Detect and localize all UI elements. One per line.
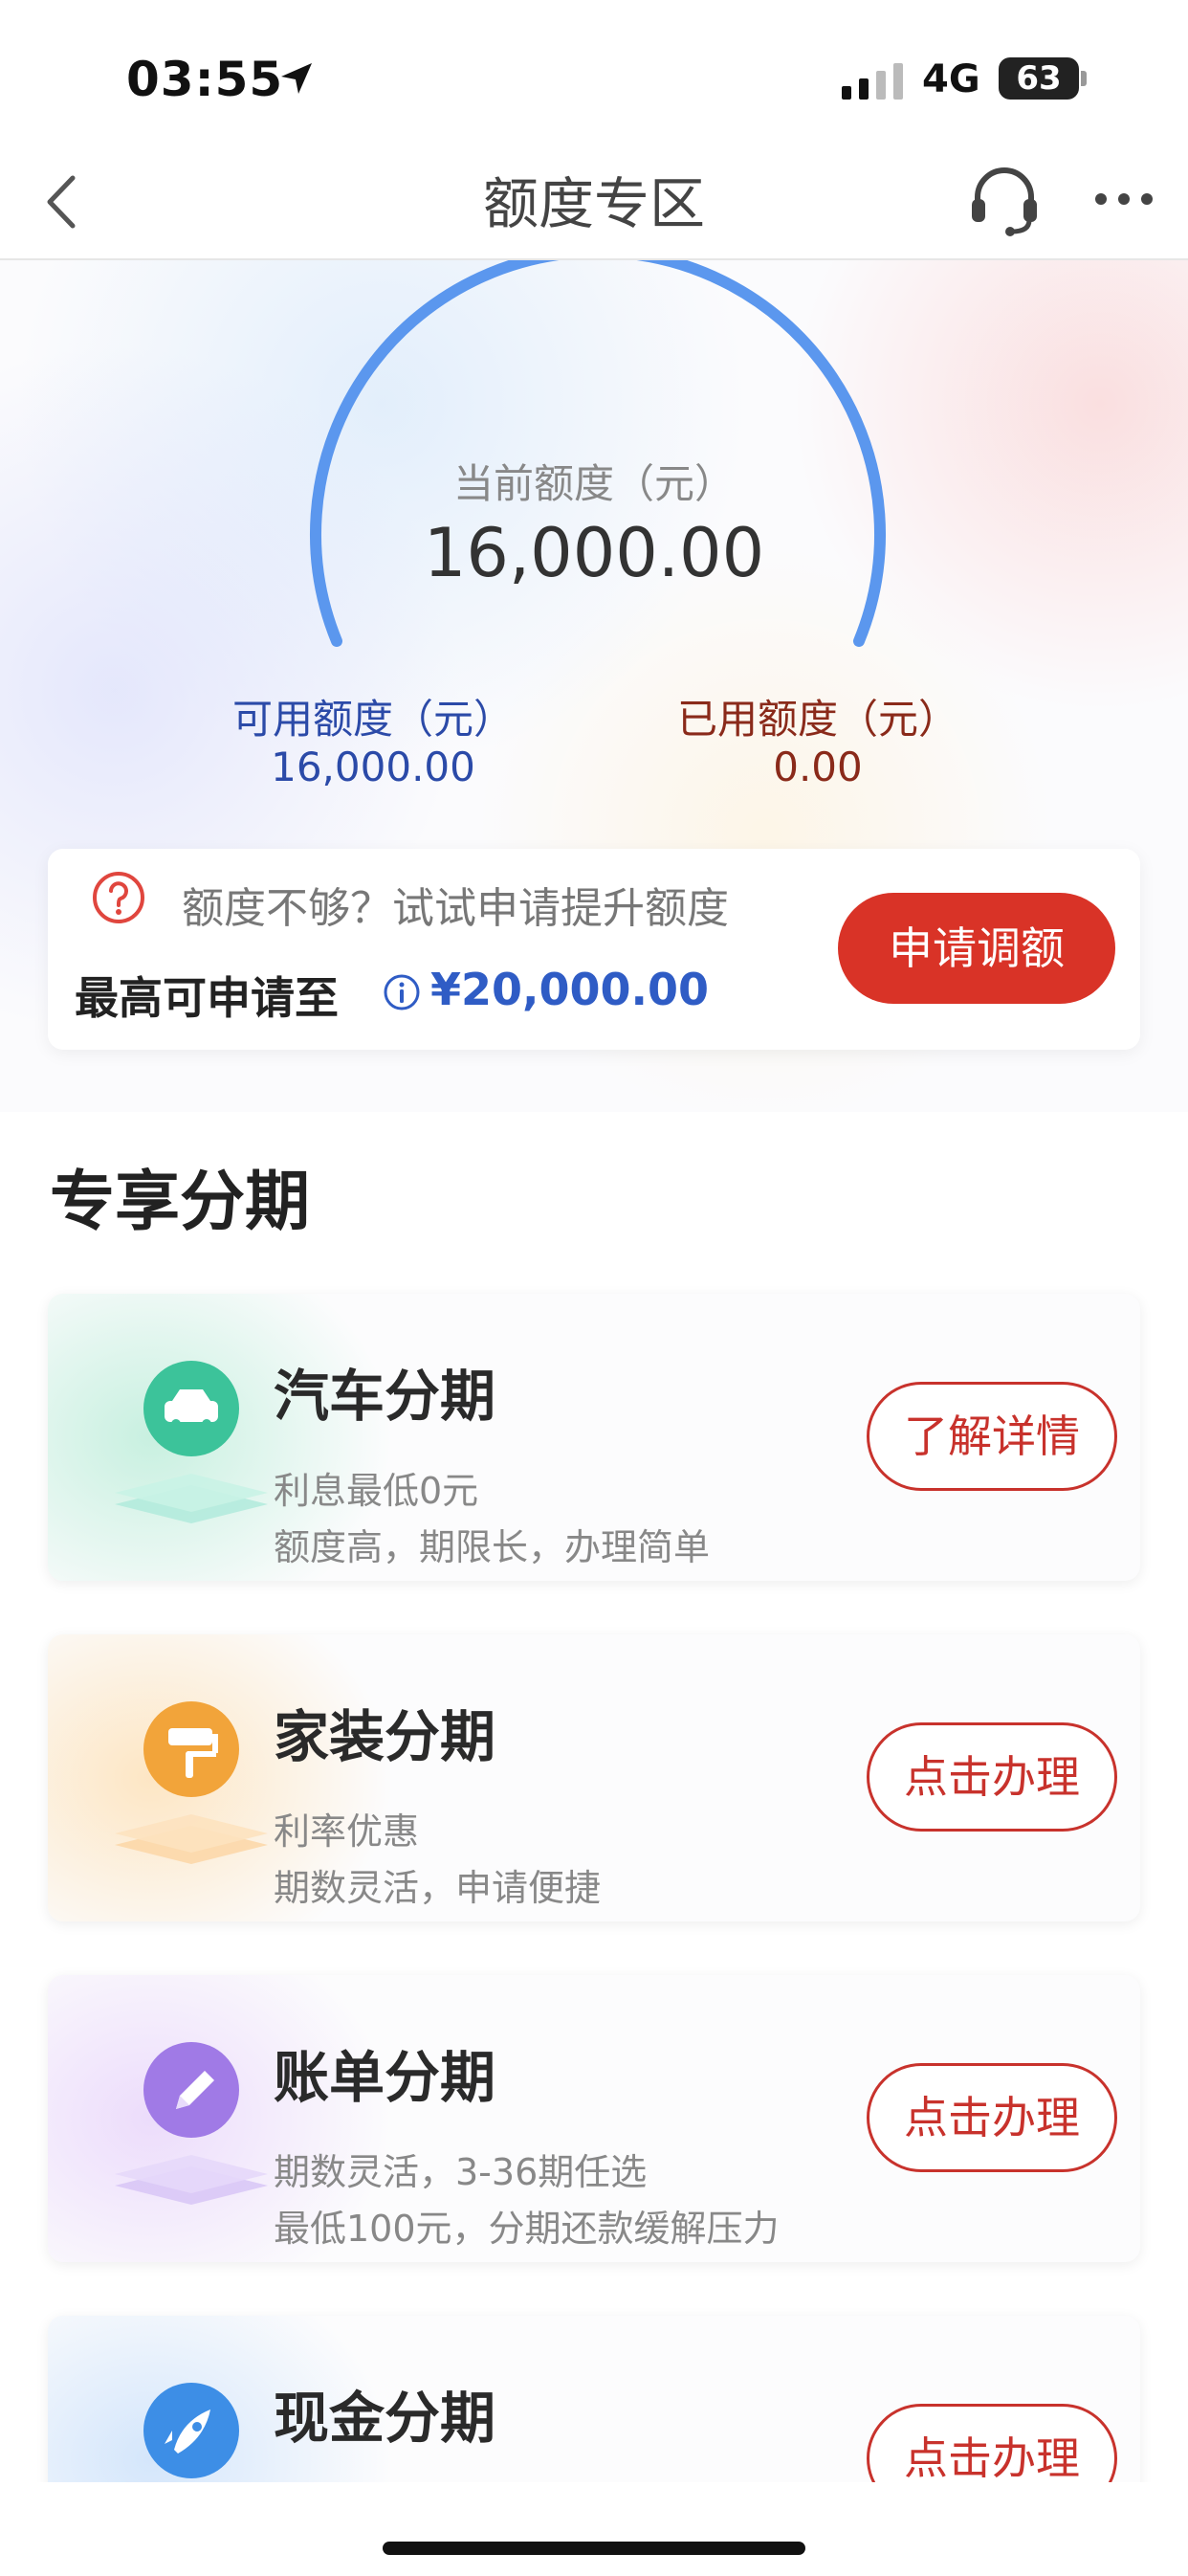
learn-more-button[interactable]: 了解详情: [867, 1382, 1117, 1491]
location-arrow-icon: [281, 63, 312, 94]
apply-now-button[interactable]: 点击办理: [867, 1722, 1117, 1832]
used-limit-label: 已用额度（元）: [676, 696, 958, 743]
bottom-safe-area: [0, 2482, 1188, 2576]
installment-card-car[interactable]: 汽车分期 利息最低0元 额度高，期限长，办理简单 了解详情: [48, 1294, 1140, 1581]
card-title: 家装分期: [274, 1704, 496, 1769]
car-icon: [115, 1361, 268, 1523]
card-desc-1: 利息最低0元: [274, 1470, 479, 1512]
current-limit-label: 当前额度（元）: [452, 460, 735, 507]
card-desc-1: 利率优惠: [274, 1810, 420, 1853]
pen-icon: [115, 2042, 268, 2205]
apply-adjust-button[interactable]: 申请调额: [838, 893, 1115, 1004]
available-limit-value: 16,000.00: [271, 744, 475, 790]
card-desc-2: 额度高，期限长，办理简单: [274, 1526, 711, 1568]
credit-limit-panel: 当前额度（元） 16,000.00 可用额度（元） 16,000.00 已用额度…: [0, 260, 1188, 1112]
max-apply-label: 最高可申请至: [75, 972, 339, 1024]
card-desc-2: 期数灵活，申请便捷: [274, 1867, 602, 1909]
info-icon[interactable]: [383, 973, 421, 1011]
battery-level: 63: [1016, 59, 1062, 98]
card-desc-2: 最低100元，分期还款缓解压力: [274, 2208, 780, 2250]
nav-bar: 额度专区: [0, 144, 1188, 260]
network-label: 4G: [922, 57, 980, 101]
battery-icon: 63: [999, 57, 1079, 100]
headset-icon[interactable]: [968, 163, 1041, 239]
status-bar: 03:55 4G 63: [0, 0, 1188, 144]
max-apply-value: ¥20,000.00: [430, 964, 710, 1015]
paint-roller-icon: [115, 1701, 268, 1864]
card-desc-1: 期数灵活，3-36期任选: [274, 2151, 648, 2193]
available-limit-label: 可用额度（元）: [231, 696, 514, 743]
battery-tip: [1081, 71, 1087, 86]
card-title: 现金分期: [274, 2386, 496, 2451]
status-time: 03:55: [126, 52, 284, 107]
signal-icon: [842, 63, 903, 100]
question-icon: [93, 872, 144, 923]
current-limit-value: 16,000.00: [423, 514, 765, 592]
used-limit-value: 0.00: [773, 744, 863, 790]
home-indicator[interactable]: [383, 2542, 805, 2555]
card-title: 汽车分期: [274, 1364, 496, 1429]
raise-limit-card: 额度不够？试试申请提升额度 最高可申请至 ¥20,000.00 申请调额: [48, 849, 1140, 1050]
apply-now-button[interactable]: 点击办理: [867, 2063, 1117, 2172]
card-title: 账单分期: [274, 2045, 496, 2110]
raise-hint-text: 额度不够？试试申请提升额度: [182, 884, 729, 933]
installment-card-bill[interactable]: 账单分期 期数灵活，3-36期任选 最低100元，分期还款缓解压力 点击办理: [48, 1975, 1140, 2262]
section-title: 专享分期: [50, 1165, 311, 1240]
more-icon[interactable]: [1092, 188, 1155, 211]
installment-card-home[interactable]: 家装分期 利率优惠 期数灵活，申请便捷 点击办理: [48, 1634, 1140, 1921]
